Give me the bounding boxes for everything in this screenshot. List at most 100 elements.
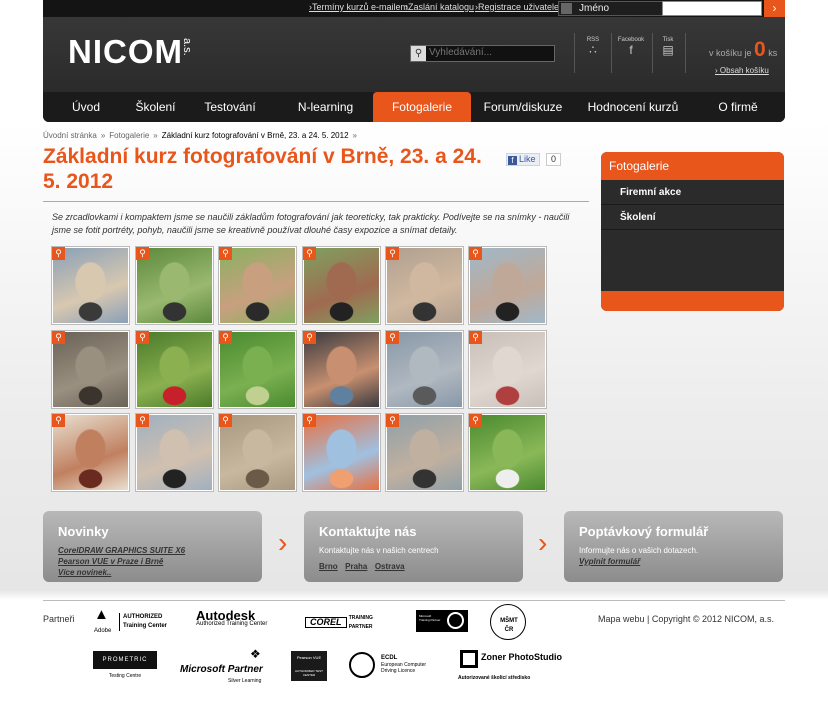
gallery-thumbnail-tram-motion[interactable]: ⚲ [468,330,547,409]
gallery-thumbnail-people-shoes[interactable]: ⚲ [51,246,130,325]
user-icon [561,3,572,14]
nav-hodnoceni[interactable]: Hodnocení kurzů [575,92,691,122]
pearson-vue-logo[interactable]: Pearson VUE AUTHORIZED TEST CENTER [291,651,327,681]
prometric-logo[interactable]: PROMETRIC Testing Centre [93,651,157,681]
gallery-thumbnail-red-flower[interactable]: ⚲ [135,330,214,409]
search-icon[interactable]: ⚲ [411,46,426,61]
contact-link-ostrava[interactable]: Ostrava [375,562,405,571]
sidebar: Fotogalerie Firemní akce Školení [601,152,784,311]
magnifier-icon[interactable]: ⚲ [303,414,316,427]
magnifier-icon[interactable]: ⚲ [386,331,399,344]
nav-fotogalerie[interactable]: Fotogalerie [373,92,471,122]
zoner-name: Zoner PhotoStudio [481,652,562,662]
password-field[interactable] [662,1,762,16]
gallery-thumbnail-photographer-pose[interactable]: ⚲ [385,246,464,325]
rss-link[interactable]: RSS ∴ [583,37,603,57]
nav-skoleni[interactable]: Školení [129,92,182,122]
contact-text: Kontaktujte nás v našich centrech [319,546,439,555]
cart-link[interactable]: › Obsah košíku [715,66,769,75]
breadcrumb-home[interactable]: Úvodní stránka [43,131,97,140]
gallery-thumbnail-man-with-camera[interactable]: ⚲ [135,413,214,492]
gallery-thumbnail-group-on-grass[interactable]: ⚲ [468,413,547,492]
zoner-logo[interactable]: Zoner PhotoStudio Autorizované školicí s… [458,650,562,682]
gallery-thumbnail-grass-detail[interactable]: ⚲ [218,330,297,409]
magnifier-icon[interactable]: ⚲ [52,414,65,427]
link-catalog[interactable]: Zaslání katalogu [405,2,474,12]
autodesk-logo[interactable]: Autodesk Authorized Training Center [196,609,286,629]
main-nav: Úvod Školení Testování N-learning Fotoga… [43,92,785,122]
search-input[interactable] [429,47,549,58]
magnifier-icon[interactable]: ⚲ [303,331,316,344]
magnifier-icon[interactable]: ⚲ [219,331,232,344]
contact-link-brno[interactable]: Brno [319,562,338,571]
contact-link-praha[interactable]: Praha [345,562,367,571]
magnifier-icon[interactable]: ⚲ [469,414,482,427]
news-link-coreldraw[interactable]: CorelDRAW GRAPHICS SUITE X6 [58,545,247,556]
gallery-thumbnail-pebbles[interactable]: ⚲ [51,330,130,409]
msmt-logo[interactable]: MŠMT ČR [490,604,526,640]
sidebar-item-skoleni[interactable]: Školení [601,205,784,230]
gallery-thumbnail-young-man[interactable]: ⚲ [51,413,130,492]
print-link[interactable]: Tisk ▤ [658,37,678,57]
magnifier-icon[interactable]: ⚲ [52,331,65,344]
gallery-thumbnail-man-portrait[interactable]: ⚲ [302,330,381,409]
gallery-thumbnail-woman-portrait[interactable]: ⚲ [218,246,297,325]
login-button[interactable]: › [764,0,785,17]
corel-logo[interactable]: COREL TRAINING PARTNER [305,614,391,632]
link-course-dates[interactable]: Termíny kurzů e-mailem [309,2,408,12]
magnifier-icon[interactable]: ⚲ [52,247,65,260]
nav-testovani[interactable]: Testování [182,92,278,122]
magnifier-icon[interactable]: ⚲ [386,414,399,427]
magnifier-icon[interactable]: ⚲ [386,247,399,260]
ecdl-text: European Computer Driving Licence [381,662,427,674]
cart-link-label: Obsah košíku [719,66,769,75]
inquiry-text: Informujte nás o vašich dotazech. [579,546,699,555]
magnifier-icon[interactable]: ⚲ [219,414,232,427]
nav-forum[interactable]: Forum/diskuze [471,92,575,122]
copyright[interactable]: Mapa webu | Copyright © 2012 NICOM, a.s. [598,614,774,624]
nicom-logo[interactable]: NICOM [68,33,183,71]
gallery-thumbnail-group-photographers[interactable]: ⚲ [385,413,464,492]
gallery-thumbnail-orange-building[interactable]: ⚲ [302,413,381,492]
news-link-pearson[interactable]: Pearson VUE v Praze i Brně [58,556,247,567]
microsoft-partner-text: Silver Learning [228,678,262,684]
facebook-icon: f [508,156,517,165]
breadcrumb-gallery[interactable]: Fotogalerie [109,131,149,140]
ecdl-emblem-icon [349,652,375,678]
inquiry-form-link[interactable]: Vyplnit formulář [579,556,768,567]
nav-nlearning[interactable]: N-learning [278,92,373,122]
cart-text: v košíku je [709,48,752,58]
inquiry-title: Poptávkový formulář [579,524,709,539]
magnifier-icon[interactable]: ⚲ [303,247,316,260]
magnifier-icon[interactable]: ⚲ [136,331,149,344]
prometric-text: Testing Centre [108,673,142,679]
nav-uvod[interactable]: Úvod [43,92,129,122]
sidebar-title[interactable]: Fotogalerie [601,152,784,180]
divider [611,33,612,73]
sidebar-item-firemni-akce[interactable]: Firemní akce [601,180,784,205]
gallery-thumbnail-woman-with-camera[interactable]: ⚲ [302,246,381,325]
magnifier-icon[interactable]: ⚲ [136,414,149,427]
news-link-more[interactable]: Více novinek.. [58,567,247,578]
gallery-thumbnail-jumping-person[interactable]: ⚲ [135,246,214,325]
top-bar: Termíny kurzů e-mailem Zaslání katalogu … [43,0,785,17]
facebook-like-button[interactable]: f Like [506,153,540,166]
seal-icon [447,612,464,629]
magnifier-icon[interactable]: ⚲ [136,247,149,260]
gallery-thumbnail-woman-sunglasses[interactable]: ⚲ [468,246,547,325]
microsoft-partner-name: Microsoft Partner [180,664,263,675]
pearson-name: Pearson VUE [296,655,322,660]
magnifier-icon[interactable]: ⚲ [469,247,482,260]
gallery-thumbnail-street-blur[interactable]: ⚲ [385,330,464,409]
windows-icon: ❖ [250,647,261,661]
microsoft-training-logo[interactable]: Microsoft Training Partner [416,610,468,632]
magnifier-icon[interactable]: ⚲ [469,331,482,344]
link-registration[interactable]: Registrace uživatele [475,2,559,12]
microsoft-partner-logo[interactable]: ❖ Microsoft Partner Silver Learning [180,647,268,684]
magnifier-icon[interactable]: ⚲ [219,247,232,260]
gallery-thumbnail-bark-detail[interactable]: ⚲ [218,413,297,492]
nav-o-firme[interactable]: O firmě [691,92,785,122]
logo-suffix: a.s. [181,38,193,56]
facebook-link[interactable]: Facebook f [615,37,647,57]
ecdl-logo[interactable]: ECDL European Computer Driving Licence [349,650,455,678]
